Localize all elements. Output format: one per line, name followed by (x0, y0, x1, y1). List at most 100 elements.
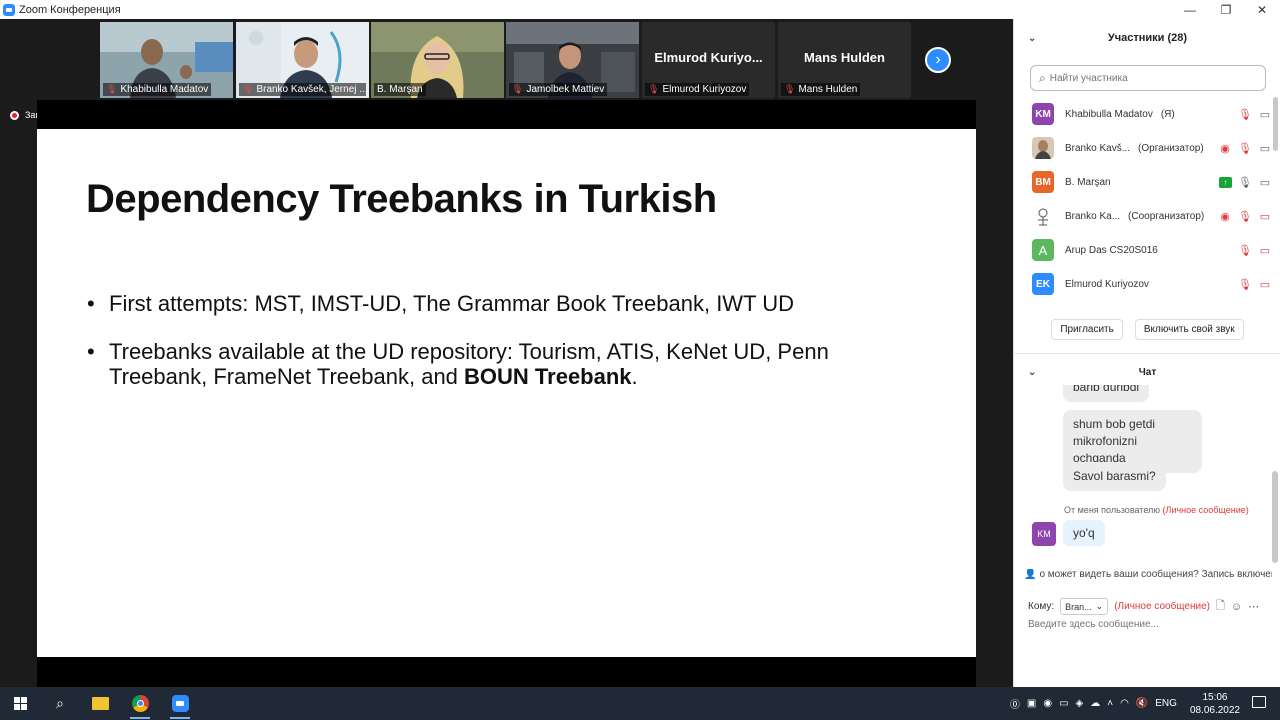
maximize-icon[interactable]: ❐ (1208, 0, 1244, 19)
participant-row[interactable]: BM B. Marşan ↑ 🎙 ▭ (1014, 165, 1272, 199)
invite-button[interactable]: Пригласить (1051, 319, 1123, 340)
participant-row[interactable]: Branko Ka... (Соорганизатор) ◉ 🎙 ▭ (1014, 199, 1272, 233)
chevron-down-icon[interactable]: ⌄ (1028, 33, 1036, 44)
tile-name: 🎙 Jamolbek Mattiev (509, 83, 608, 96)
video-tile[interactable]: 🎙 Branko Kavšek, Jernej ... (236, 22, 369, 98)
chat-notice[interactable]: 👤 о может видеть ваши сообщения? Запись … (1024, 569, 1272, 580)
video-tile[interactable]: Elmurod Kuriyo... 🎙 Elmurod Kuriyozov (642, 22, 775, 98)
tile-name-text: Branko Kavšek, Jernej ... (256, 84, 366, 95)
bullet-text: Treebanks available at the UD repository… (109, 339, 889, 389)
tile-name: 🎙 Elmurod Kuriyozov (645, 83, 750, 96)
chevron-down-icon[interactable]: ⌄ (1028, 367, 1036, 378)
video-tile[interactable]: Mans Hulden 🎙 Mans Hulden (778, 22, 911, 98)
participant-row[interactable]: Branko Kavš... (Организатор) ◉ 🎙 ▭ (1014, 131, 1272, 165)
search-icon: ⌕ (1039, 70, 1046, 85)
chat-notice-text: о может видеть ваши сообщения? Запись вк… (1039, 569, 1272, 580)
message-meta: От меня пользователю (Личное сообщение) (1064, 505, 1249, 515)
tray-zoom-icon[interactable]: ▭ (1059, 698, 1068, 709)
language-indicator[interactable]: ENG (1155, 698, 1177, 709)
search-taskbar-button[interactable]: ⌕ (40, 687, 80, 720)
tray-app-icon[interactable]: ◉ (1043, 698, 1052, 709)
muted-mic-icon: 🎙 (242, 84, 254, 94)
avatar: KM (1032, 522, 1056, 546)
muted-mic-icon: 🎙 (784, 84, 796, 94)
volume-muted-icon[interactable]: 🔇 (1136, 698, 1148, 709)
clock-date: 08.06.2022 (1189, 704, 1240, 716)
system-tray: ⓪ ▣ ◉ ▭ ◈ ☁ ˄ ◠ 🔇 ENG 15:06 08.06.2022 (1010, 687, 1240, 720)
message-meta-text: От меня пользователю (1064, 505, 1161, 515)
chat-messages: barib duribdi shum bob getdi mikrofonizn… (1014, 385, 1272, 557)
my-chat-message: yo'q (1063, 520, 1105, 546)
window-controls: — ❐ ✕ (1172, 0, 1280, 19)
video-camera-icon: ▭ (1259, 176, 1271, 189)
tile-name: 🎙 Branko Kavšek, Jernej ... (239, 83, 366, 96)
muted-mic-icon: 🎙 (1238, 244, 1252, 257)
window-title: Zoom Конференция (19, 3, 121, 16)
bullet-icon: • (87, 291, 95, 316)
more-icon[interactable]: ⋯ (1248, 600, 1259, 613)
people-icon: 👤 (1024, 569, 1037, 580)
clock[interactable]: 15:06 08.06.2022 (1190, 691, 1240, 717)
tile-name-text: B. Marşan (377, 84, 423, 95)
minimize-icon[interactable]: — (1172, 0, 1208, 19)
file-icon[interactable]: 🗋 (1216, 597, 1225, 616)
tray-app-icon[interactable]: ⓪ (1010, 696, 1020, 711)
tile-name-text: Khabibulla Madatov (120, 84, 209, 95)
participant-role: (Организатор) (1138, 142, 1204, 154)
mic-icon: 🎙 (1238, 176, 1252, 189)
video-tile[interactable]: 🎙 Khabibulla Madatov (100, 22, 233, 98)
tile-name-text: Elmurod Kuriyozov (662, 84, 747, 95)
scrollbar-thumb[interactable] (1273, 97, 1278, 151)
share-letterbox-top (37, 100, 976, 129)
recipient-value: Bran... (1065, 601, 1092, 612)
close-icon[interactable]: ✕ (1244, 0, 1280, 19)
participant-row[interactable]: KM Khabibulla Madatov (Я) 🎙 ▭ (1014, 97, 1272, 131)
muted-mic-icon: 🎙 (1238, 210, 1252, 223)
file-explorer-button[interactable] (80, 687, 120, 720)
video-tile-active-speaker[interactable]: B. Marşan (371, 22, 504, 98)
share-letterbox-bottom (37, 657, 976, 687)
unmute-button[interactable]: Включить свой звук (1134, 319, 1244, 340)
participant-search[interactable]: ⌕ (1030, 65, 1266, 91)
participant-status: ↑ 🎙 ▭ (1219, 175, 1272, 189)
chevron-up-icon[interactable]: ˄ (1107, 698, 1113, 709)
chevron-right-icon: › (935, 51, 941, 68)
participant-row[interactable]: A Arup Das CS20S016 🎙 ▭ (1014, 233, 1272, 267)
participant-role: (Соорганизатор) (1128, 210, 1205, 222)
chat-message-input[interactable] (1028, 619, 1268, 630)
slide-title: Dependency Treebanks in Turkish (86, 177, 717, 221)
participant-row[interactable]: EK Elmurod Kuriyozov 🎙 ▭ (1014, 267, 1272, 301)
video-off-icon: ▭ (1259, 210, 1271, 223)
side-panel: ⌄ Участники (28) ⌕ KM Khabibulla Madatov… (1013, 19, 1280, 687)
notification-icon[interactable] (1252, 696, 1266, 708)
next-page-button[interactable]: › (925, 47, 951, 73)
participants-title: Участники (28) (1107, 32, 1188, 44)
tray-app-icon[interactable]: ▣ (1027, 698, 1036, 709)
recipient-dropdown[interactable]: Bran... ⌄ (1060, 598, 1109, 615)
zoom-taskbar-button[interactable] (160, 687, 200, 720)
bullet-text-bold: BOUN Treebank (464, 364, 632, 389)
participant-scrollbar[interactable] (1272, 97, 1278, 307)
participant-name: Branko Kavš... (1065, 142, 1131, 154)
tile-name: 🎙 Mans Hulden (781, 83, 861, 96)
participant-search-input[interactable] (1049, 72, 1250, 84)
emoji-icon[interactable]: ☺ (1231, 601, 1242, 613)
tile-big-name: Elmurod Kuriyo... (654, 50, 763, 65)
participant-status: 🎙 ▭ (1238, 243, 1272, 257)
record-icon (10, 110, 19, 120)
cloud-icon[interactable]: ☁ (1090, 698, 1100, 709)
video-tile[interactable]: 🎙 Jamolbek Mattiev (506, 22, 639, 98)
tray-app-icon[interactable]: ◈ (1076, 698, 1084, 709)
tile-name: B. Marşan (374, 83, 426, 96)
chat-scrollbar[interactable] (1272, 471, 1278, 563)
participant-status: 🎙 ▭ (1238, 277, 1272, 291)
start-button[interactable] (0, 687, 40, 720)
video-strip: 🎙 Khabibulla Madatov 🎙 Branko Kavšek, Jern… (0, 19, 1013, 99)
recording-eye-icon: ◉ (1220, 142, 1230, 155)
wifi-icon[interactable]: ◠ (1120, 698, 1129, 709)
chrome-button[interactable] (120, 687, 160, 720)
participant-role: (Я) (1160, 108, 1175, 120)
screen-share-icon: ↑ (1219, 176, 1232, 188)
chrome-icon (131, 695, 149, 712)
tile-name-text: Mans Hulden (798, 84, 858, 95)
